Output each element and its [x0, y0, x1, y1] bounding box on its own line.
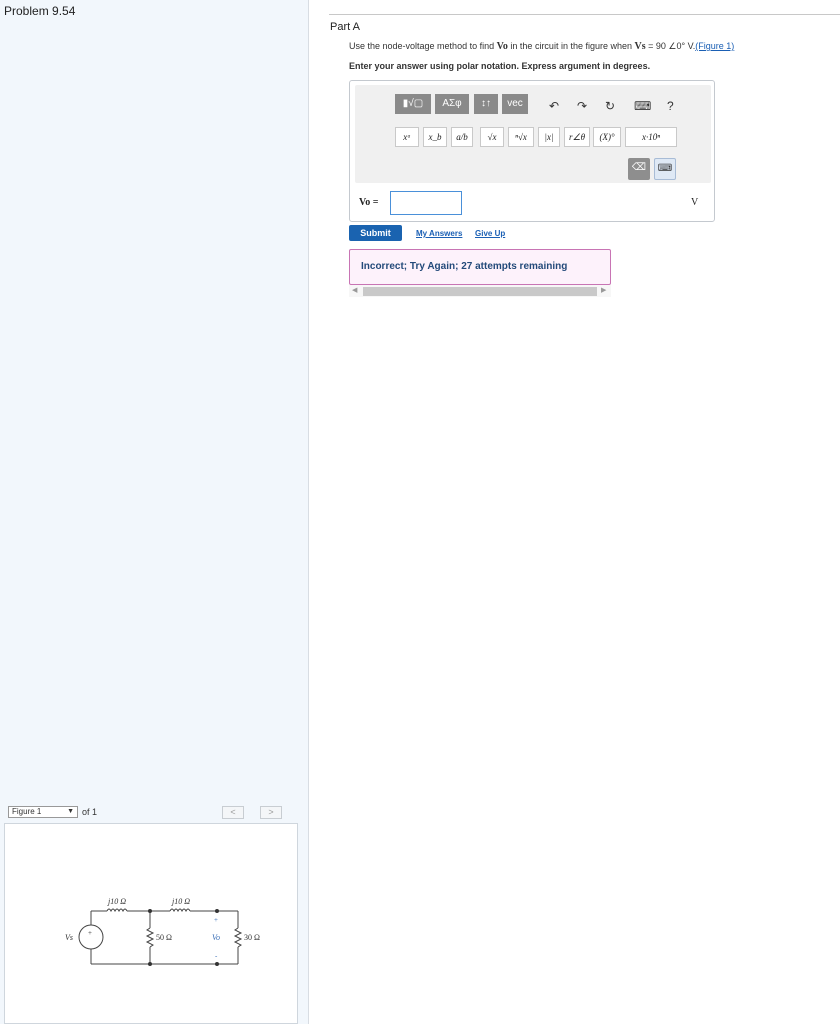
answer-unit: V: [691, 197, 699, 208]
inductor-1-label: j10 Ω: [107, 897, 126, 906]
left-panel: Problem 9.54 Figure 1 ▼ of 1 < > Vs + j1…: [0, 0, 309, 1024]
answer-input[interactable]: [390, 191, 462, 215]
help-icon[interactable]: ?: [667, 99, 674, 113]
part-title: Part A: [330, 21, 360, 33]
resistor-30-label: 30 Ω: [244, 933, 260, 942]
math-toolbar: ▮√▢ ΑΣφ ↕↑ vec ↶ ↷ ↻ ⌨ ? xᵃ x_b a/b √x ⁿ…: [355, 85, 711, 183]
output-plus: +: [214, 916, 218, 924]
source-label: Vs: [65, 933, 73, 942]
node-dot: [215, 909, 219, 913]
arrows-button[interactable]: ↕↑: [474, 94, 498, 114]
nth-root-button[interactable]: ⁿ√x: [508, 127, 534, 147]
instruction-text: Enter your answer using polar notation. …: [349, 61, 651, 71]
keyboard-icon[interactable]: ⌨: [634, 99, 651, 113]
keypad-icon[interactable]: ⌨: [654, 158, 676, 180]
conjugate-button[interactable]: (X)°: [593, 127, 621, 147]
submit-button[interactable]: Submit: [349, 225, 402, 241]
vs-symbol: Vs: [634, 41, 646, 52]
source-plus: +: [88, 929, 92, 937]
scroll-thumb[interactable]: [363, 287, 597, 296]
inductor-2-label: j10 Ω: [171, 897, 190, 906]
figure-count: of 1: [82, 807, 98, 817]
subscript-button[interactable]: x_b: [423, 127, 447, 147]
inductor-1: [106, 908, 128, 913]
output-minus: -: [215, 952, 218, 960]
figure-next-button[interactable]: >: [260, 806, 282, 819]
redo-icon[interactable]: ↷: [577, 99, 587, 113]
fraction-button[interactable]: a/b: [451, 127, 473, 147]
vec-button[interactable]: vec: [502, 94, 528, 114]
sqrt-button[interactable]: √x: [480, 127, 504, 147]
scroll-left-icon[interactable]: ◀: [352, 286, 357, 294]
output-label: Vo: [212, 933, 220, 942]
undo-icon[interactable]: ↶: [549, 99, 559, 113]
figure-select[interactable]: Figure 1 ▼: [8, 806, 78, 818]
feedback-box: Incorrect; Try Again; 27 attempts remain…: [349, 249, 611, 285]
problem-title: Problem 9.54: [4, 4, 76, 18]
greek-button[interactable]: ΑΣφ: [435, 94, 469, 114]
scroll-right-icon[interactable]: ▶: [601, 286, 606, 294]
figure-prev-button[interactable]: <: [222, 806, 244, 819]
divider: [329, 14, 840, 15]
scientific-button[interactable]: x·10ⁿ: [625, 127, 677, 147]
horizontal-scrollbar[interactable]: ◀ ▶: [349, 285, 611, 297]
resistor-30: [233, 927, 243, 948]
question-prefix: Use the node-voltage method to find: [349, 41, 497, 51]
polar-button[interactable]: r∠θ: [564, 127, 590, 147]
question-mid: in the circuit in the figure when: [507, 41, 635, 51]
give-up-link[interactable]: Give Up: [475, 229, 505, 238]
superscript-button[interactable]: xᵃ: [395, 127, 419, 147]
abs-button[interactable]: |x|: [538, 127, 560, 147]
figure-select-label: Figure 1: [12, 807, 42, 816]
delete-icon[interactable]: ⌫: [628, 158, 650, 180]
feedback-text: Incorrect; Try Again; 27 attempts remain…: [361, 261, 568, 272]
reset-icon[interactable]: ↻: [605, 99, 615, 113]
node-dot: [148, 909, 152, 913]
question-text: Use the node-voltage method to find Vo i…: [349, 41, 734, 52]
templates-button[interactable]: ▮√▢: [395, 94, 431, 114]
question-value: = 90 ∠0° V.: [645, 41, 696, 51]
figure-panel: Vs + j10 Ω j10 Ω 50 Ω 30 Ω Vo + -: [4, 823, 298, 1024]
node-dot: [215, 962, 219, 966]
answer-box: ▮√▢ ΑΣφ ↕↑ vec ↶ ↷ ↻ ⌨ ? xᵃ x_b a/b √x ⁿ…: [349, 80, 715, 222]
chevron-down-icon: ▼: [67, 808, 74, 815]
circuit-diagram: Vs + j10 Ω j10 Ω 50 Ω 30 Ω Vo + -: [65, 897, 260, 966]
figure-bar: Figure 1 ▼ of 1 < >: [4, 805, 298, 821]
answer-label: Vo =: [359, 197, 379, 208]
figure-link[interactable]: (Figure 1): [695, 41, 734, 51]
vo-symbol: Vo: [496, 41, 508, 52]
my-answers-link[interactable]: My Answers: [416, 229, 462, 238]
inductor-2: [169, 908, 191, 913]
node-dot: [148, 962, 152, 966]
resistor-50-label: 50 Ω: [156, 933, 172, 942]
resistor-50: [145, 927, 155, 948]
